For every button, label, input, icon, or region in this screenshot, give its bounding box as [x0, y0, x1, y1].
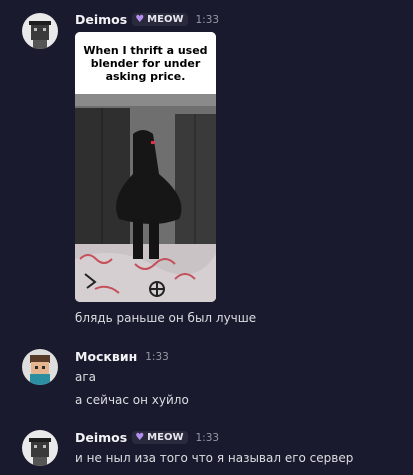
- meme-caption: When I thrift a used blender for under a…: [75, 32, 216, 94]
- message-text: ага: [75, 370, 97, 384]
- avatar[interactable]: [22, 349, 58, 385]
- avatar-deimos-icon: [22, 430, 58, 466]
- avatar[interactable]: [22, 430, 58, 466]
- user-tag-badge[interactable]: ♥ MEOW: [132, 13, 188, 26]
- purple-heart-icon: ♥: [135, 431, 145, 443]
- purple-heart-icon: ♥: [135, 13, 145, 25]
- timestamp: 1:33: [195, 13, 220, 26]
- message-text: и не ныл иза того что я называл его серв…: [75, 451, 354, 465]
- avatar-moskvin-icon: [22, 349, 58, 385]
- timestamp: 1:33: [195, 431, 220, 444]
- message-header: Deimos ♥ MEOW 1:33: [75, 430, 219, 445]
- tag-label: MEOW: [147, 432, 184, 443]
- message-text: блядь раньше он был лучше: [75, 311, 257, 325]
- timestamp: 1:33: [145, 350, 169, 363]
- meme-video-attachment[interactable]: When I thrift a used blender for under a…: [75, 32, 216, 302]
- message-header: Москвин 1:33: [75, 349, 169, 364]
- user-tag-badge[interactable]: ♥ MEOW: [132, 431, 188, 444]
- video-frame-image: [75, 94, 216, 302]
- author-name[interactable]: Москвин: [75, 349, 137, 364]
- message-header: Deimos ♥ MEOW 1:33: [75, 12, 219, 27]
- author-name[interactable]: Deimos: [75, 12, 127, 27]
- message-text: а сейчас он хуйло: [75, 393, 189, 407]
- author-name[interactable]: Deimos: [75, 430, 127, 445]
- avatar-deimos-icon: [22, 13, 58, 49]
- tag-label: MEOW: [147, 14, 184, 25]
- avatar[interactable]: [22, 13, 58, 49]
